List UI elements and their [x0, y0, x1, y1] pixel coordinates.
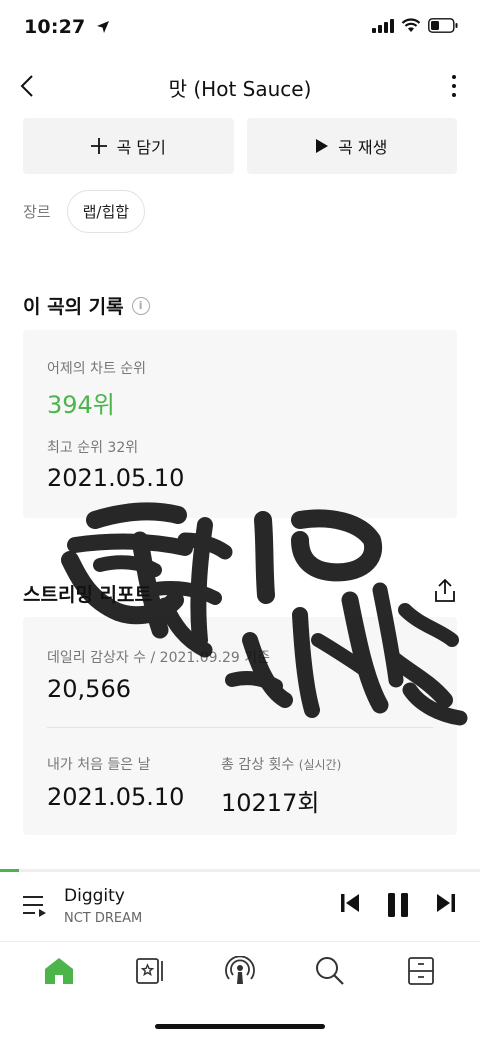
streaming-card: 데일리 감상자 수 / 2021.09.29 기준 20,566 내가 처음 들…: [23, 617, 457, 835]
tab-bar: [0, 943, 480, 999]
nav-bar: 맛 (Hot Sauce): [0, 60, 480, 112]
home-icon: [45, 958, 74, 984]
history-card: 어제의 차트 순위 394위 최고 순위 32위 2021.05.10: [23, 330, 457, 518]
location-arrow-icon: [97, 21, 110, 33]
play-song-label: 곡 재생: [338, 138, 388, 157]
tab-podcast[interactable]: [218, 949, 262, 993]
total-plays-label: 총 감상 횟수 (실시간): [221, 754, 341, 774]
genre-label: 장르: [23, 202, 51, 221]
status-indicators: [372, 18, 458, 33]
next-track-icon[interactable]: [436, 892, 456, 914]
add-song-label: 곡 담기: [116, 138, 166, 157]
status-time: 10:27: [24, 16, 110, 38]
total-plays-sub: (실시간): [298, 758, 342, 772]
share-icon[interactable]: [433, 578, 457, 604]
dot: [452, 75, 456, 79]
card-divider: [47, 727, 433, 728]
home-indicator: [155, 1024, 325, 1029]
chart-rank-value: 394위: [47, 391, 115, 419]
best-rank-date: 2021.05.10: [47, 464, 185, 492]
chart-rank-label: 어제의 차트 순위: [47, 361, 147, 377]
now-playing-artist: NCT DREAM: [64, 911, 143, 926]
streaming-title: 스트리밍 리포트: [23, 584, 152, 606]
now-playing-title: Diggity: [64, 886, 125, 906]
total-plays-title: 총 감상 횟수: [221, 757, 295, 773]
my-library-icon: [135, 958, 163, 984]
more-options-button[interactable]: [444, 70, 464, 102]
action-row: 곡 담기 곡 재생: [23, 118, 457, 174]
podcast-icon: [225, 956, 255, 984]
best-rank-label: 최고 순위 32위: [47, 440, 139, 456]
battery-icon: [428, 18, 458, 33]
daily-listeners-value: 20,566: [47, 675, 131, 703]
dot: [452, 93, 456, 97]
play-song-button[interactable]: 곡 재생: [246, 118, 457, 174]
genre-chip[interactable]: 랩/힙합: [66, 189, 146, 233]
status-bar: 10:27: [0, 0, 480, 56]
storage-icon: [407, 957, 434, 985]
total-plays-value: 10217회: [221, 789, 320, 817]
dot: [452, 84, 456, 88]
mini-player[interactable]: Diggity NCT DREAM: [0, 872, 480, 942]
play-icon: [316, 139, 329, 153]
tab-home[interactable]: [37, 949, 81, 993]
page-title: 맛 (Hot Sauce): [168, 77, 312, 101]
wifi-icon: [401, 18, 421, 32]
tab-storage[interactable]: [399, 949, 443, 993]
signal-icon: [372, 18, 394, 33]
first-listen-label: 내가 처음 들은 날: [47, 757, 151, 773]
info-icon[interactable]: i: [131, 296, 150, 315]
daily-listeners-label: 데일리 감상자 수 / 2021.09.29 기준: [47, 650, 271, 666]
history-section-title: 이 곡의 기록 i: [23, 292, 150, 319]
search-icon: [316, 957, 345, 985]
previous-track-icon[interactable]: [340, 892, 360, 914]
pause-icon[interactable]: [386, 892, 410, 918]
history-title: 이 곡의 기록: [23, 296, 124, 318]
streaming-section-title: 스트리밍 리포트: [23, 580, 152, 607]
add-song-button[interactable]: 곡 담기: [23, 118, 234, 174]
tab-my-library[interactable]: [128, 949, 172, 993]
plus-icon: [90, 138, 107, 154]
genre-row: 장르 랩/힙합: [23, 189, 146, 233]
first-listen-value: 2021.05.10: [47, 783, 185, 811]
tab-search[interactable]: [308, 949, 352, 993]
playlist-icon[interactable]: [22, 894, 48, 918]
